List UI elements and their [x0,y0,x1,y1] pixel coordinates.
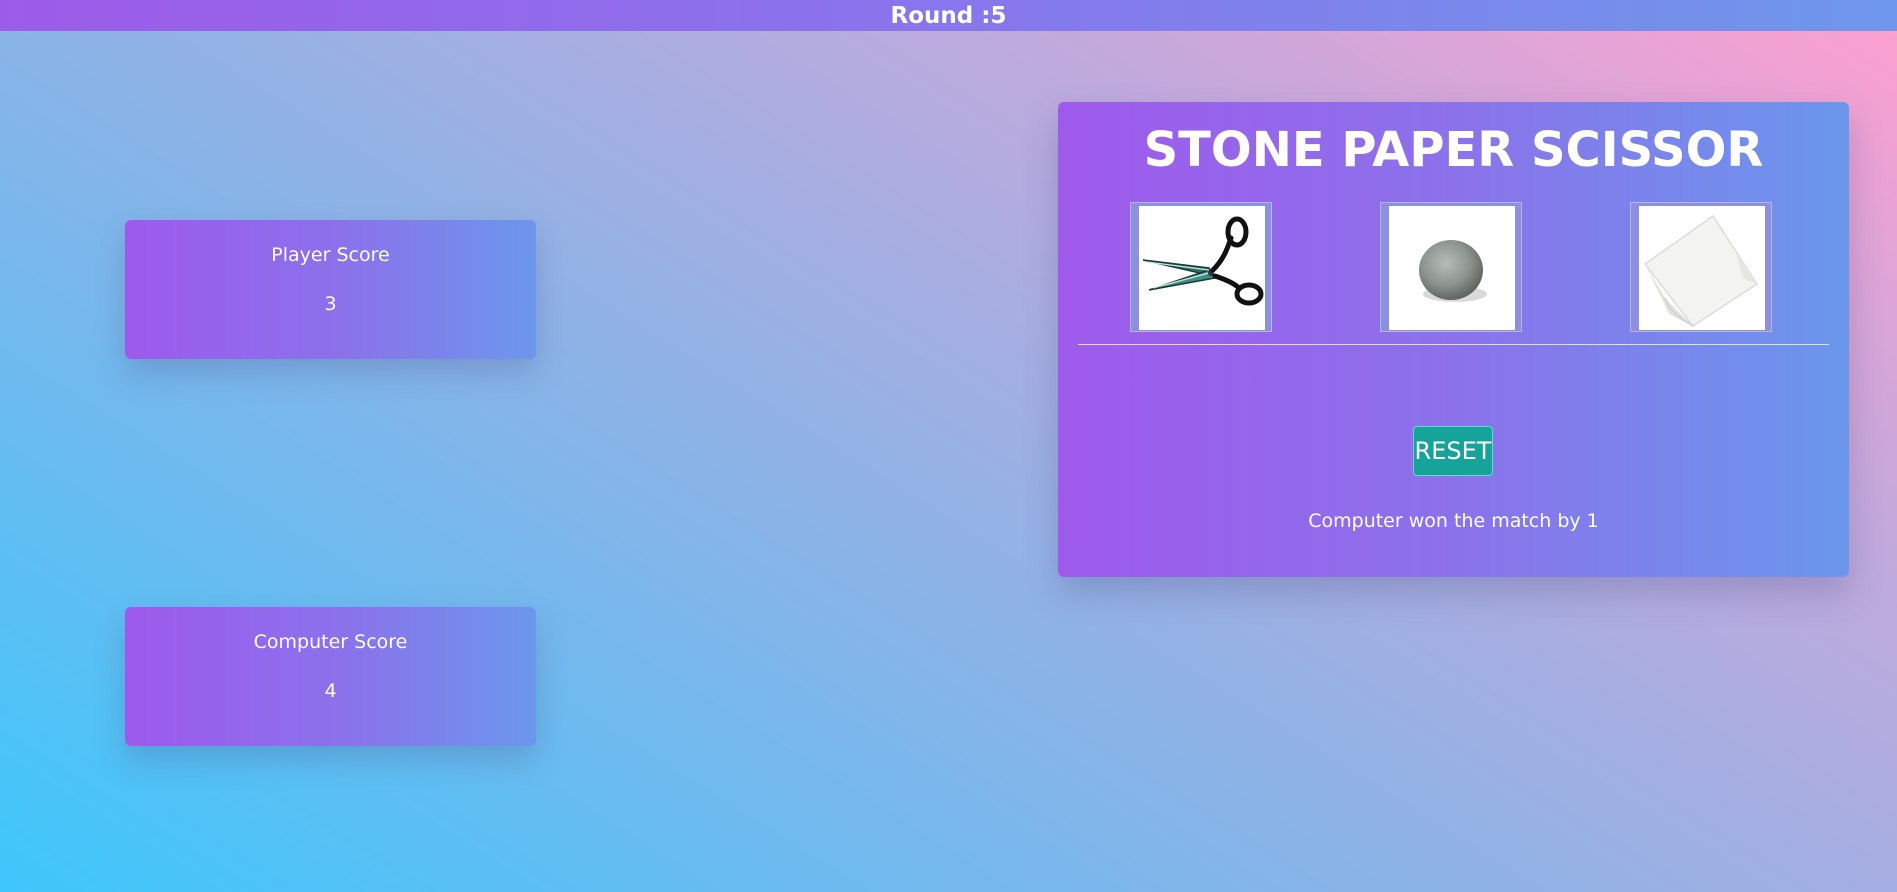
computer-score-card: Computer Score 4 [125,607,536,746]
round-header: Round :5 [0,0,1897,31]
stone-image[interactable] [1389,206,1515,330]
choice-divider [1078,344,1829,345]
paper-icon [1643,214,1759,328]
paper-choice-button[interactable] [1630,202,1772,332]
game-title: STONE PAPER SCISSOR [1143,122,1764,178]
stone-icon [1419,240,1487,302]
player-score-label: Player Score [271,244,390,266]
player-score-card: Player Score 3 [125,220,536,359]
match-result-text: Computer won the match by 1 [1308,510,1599,532]
scissor-choice-button[interactable] [1130,202,1272,332]
reset-button[interactable]: RESET [1413,426,1493,476]
game-panel: STONE PAPER SCISSOR RESET Computer won t… [1058,102,1849,577]
scissors-icon [1142,216,1264,306]
round-label: Round :5 [890,2,1007,29]
computer-score-value: 4 [324,680,337,702]
paper-image[interactable] [1639,206,1765,330]
computer-score-label: Computer Score [253,631,408,653]
scissors-image[interactable] [1139,206,1265,330]
stone-choice-button[interactable] [1380,202,1522,332]
player-score-value: 3 [324,293,337,315]
